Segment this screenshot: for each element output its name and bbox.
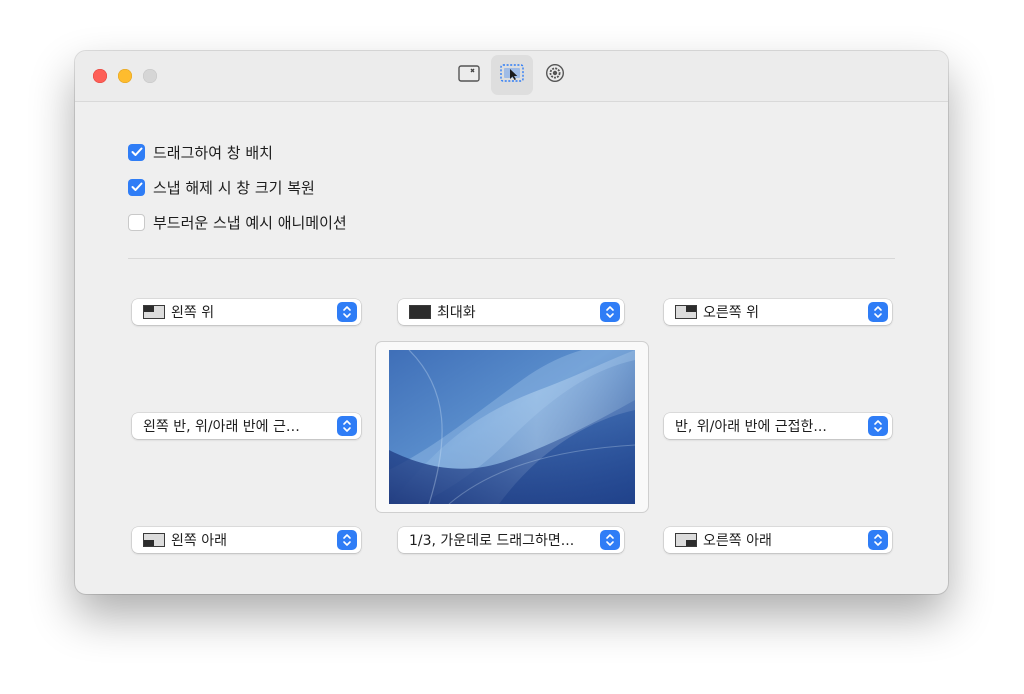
popup-bottom-right[interactable]: 오른쪽 아래: [664, 527, 892, 553]
option-restore-size[interactable]: 스냅 해제 시 창 크기 복원: [128, 177, 315, 197]
popup-label: 왼쪽 위: [171, 305, 215, 321]
close-window-button[interactable]: [93, 69, 107, 83]
chevron-updown-icon[interactable]: [600, 530, 620, 550]
zoom-window-button[interactable]: [143, 69, 157, 83]
popup-label: 왼쪽 아래: [171, 533, 227, 549]
bottom-left-quarter-icon: [143, 533, 165, 547]
toolbar-tab-snap-areas[interactable]: [491, 55, 533, 95]
checkbox-checked-icon[interactable]: [128, 178, 145, 196]
window-close-icon: [458, 64, 480, 86]
popup-top-right[interactable]: 오른쪽 위: [664, 299, 892, 325]
bottom-right-quarter-icon: [675, 533, 697, 547]
popup-label: 1/3, 가운데로 드래그하면...: [409, 533, 575, 549]
wallpaper-image: [389, 350, 635, 504]
chevron-updown-icon[interactable]: [868, 302, 888, 322]
chevron-updown-icon[interactable]: [337, 302, 357, 322]
chevron-updown-icon[interactable]: [868, 416, 888, 436]
popup-label: 왼쪽 반, 위/아래 반에 근…: [143, 419, 300, 435]
option-smooth-animation[interactable]: 부드러운 스냅 예시 애니메이션: [128, 212, 347, 232]
chevron-updown-icon[interactable]: [868, 530, 888, 550]
popup-label: 반, 위/아래 반에 근접한...: [675, 419, 827, 435]
popup-middle-right[interactable]: 반, 위/아래 반에 근접한...: [664, 413, 892, 439]
desktop-preview: [376, 342, 648, 512]
popup-bottom-left[interactable]: 왼쪽 아래: [132, 527, 361, 553]
checkbox-checked-icon[interactable]: [128, 143, 145, 161]
option-label: 스냅 해제 시 창 크기 복원: [153, 178, 315, 197]
option-label: 드래그하여 창 배치: [153, 143, 273, 162]
popup-label: 오른쪽 위: [703, 305, 759, 321]
top-left-quarter-icon: [143, 305, 165, 319]
chevron-updown-icon[interactable]: [337, 530, 357, 550]
gear-icon: [545, 63, 565, 87]
titlebar: [75, 51, 948, 102]
popup-top-left[interactable]: 왼쪽 위: [132, 299, 361, 325]
maximize-icon: [409, 305, 431, 319]
preferences-window: 드래그하여 창 배치 스냅 해제 시 창 크기 복원 부드러운 스냅 예시 애니…: [75, 51, 948, 594]
top-right-quarter-icon: [675, 305, 697, 319]
chevron-updown-icon[interactable]: [600, 302, 620, 322]
toolbar-tab-general[interactable]: [534, 55, 576, 95]
option-drag-to-snap[interactable]: 드래그하여 창 배치: [128, 142, 273, 162]
window-cursor-icon: [500, 64, 524, 86]
checkbox-unchecked-icon[interactable]: [128, 213, 145, 231]
minimize-window-button[interactable]: [118, 69, 132, 83]
toolbar-tab-shortcuts[interactable]: [448, 55, 490, 95]
popup-middle-left[interactable]: 왼쪽 반, 위/아래 반에 근…: [132, 413, 361, 439]
option-label: 부드러운 스냅 예시 애니메이션: [153, 213, 347, 232]
popup-top-center[interactable]: 최대화: [398, 299, 624, 325]
popup-bottom-center[interactable]: 1/3, 가운데로 드래그하면...: [398, 527, 624, 553]
divider: [128, 258, 895, 259]
popup-label: 최대화: [437, 305, 476, 321]
popup-label: 오른쪽 아래: [703, 533, 772, 549]
chevron-updown-icon[interactable]: [337, 416, 357, 436]
